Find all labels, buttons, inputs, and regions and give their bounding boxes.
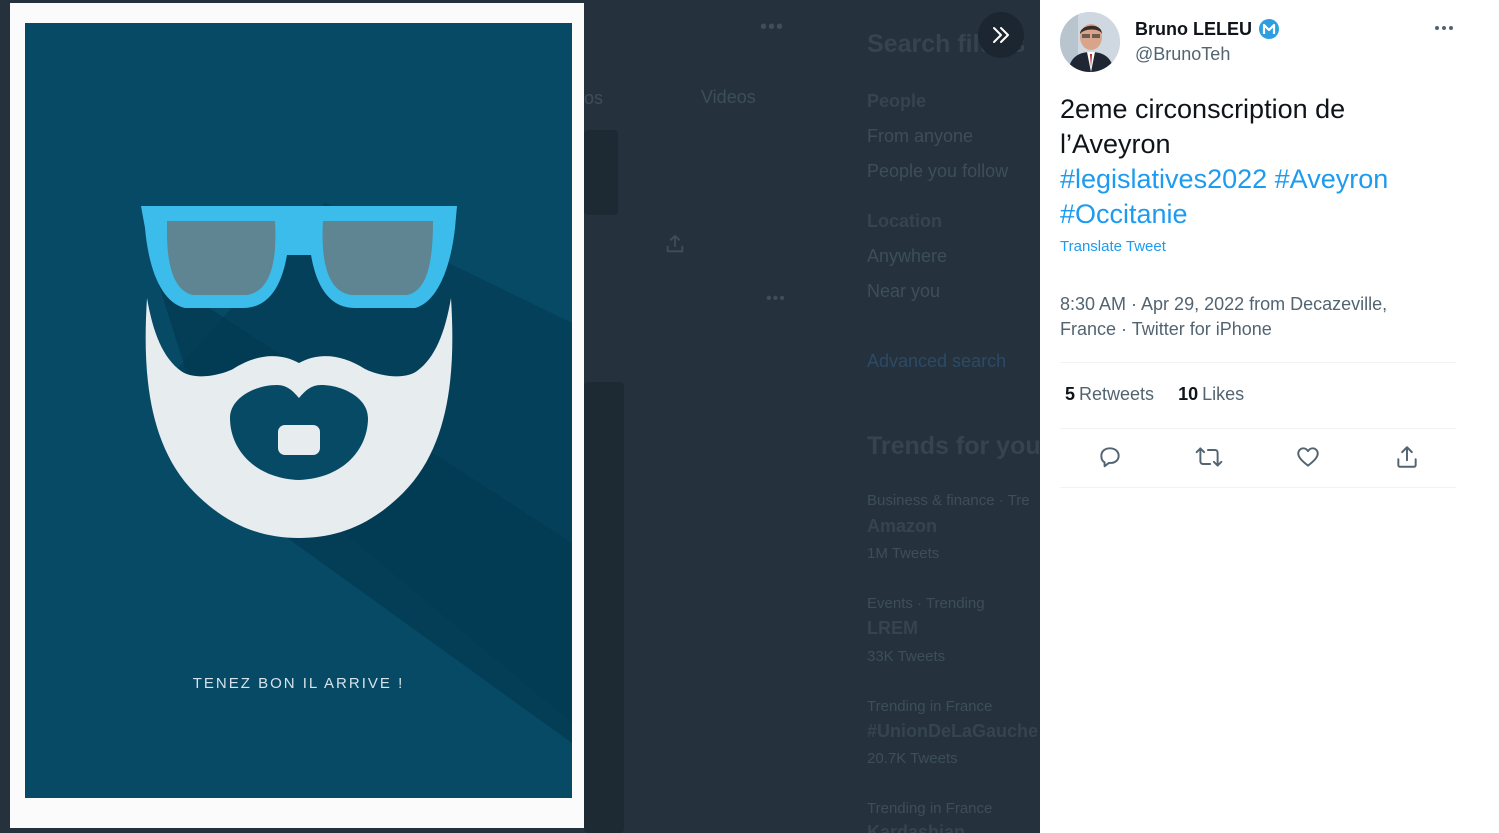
bg-trend-name: #UnionDeLaGauche [867, 721, 1039, 741]
profile-photo [1060, 12, 1120, 72]
party-logo-badge-icon [1259, 19, 1279, 39]
likes-count-link[interactable]: 10 Likes [1178, 384, 1244, 405]
translate-tweet-link[interactable]: Translate Tweet [1060, 238, 1166, 255]
hashtag-link[interactable]: #Occitanie [1060, 199, 1188, 229]
bg-trend-name: Amazon [867, 516, 938, 536]
bg-anywhere: Anywhere [867, 246, 948, 266]
divider [1060, 362, 1456, 363]
bg-trend-count: 33K Tweets [867, 648, 946, 665]
share-icon-bg [666, 235, 684, 253]
bg-trend-count: 20.7K Tweets [867, 750, 958, 767]
avatar[interactable] [1060, 12, 1120, 72]
share-button[interactable] [1387, 437, 1427, 477]
share-icon [1396, 446, 1417, 468]
tweet-text: 2eme circonscription de l’Aveyron #legis… [1060, 92, 1480, 232]
more-options-button[interactable] [1433, 18, 1455, 38]
bg-people-you-follow: People you follow [867, 161, 1009, 181]
hashtag-link[interactable]: #Aveyron [1275, 164, 1389, 194]
retweets-count-link[interactable]: 5 Retweets [1065, 384, 1154, 405]
like-button[interactable] [1288, 437, 1328, 477]
name-row[interactable]: Bruno LELEU [1135, 18, 1280, 40]
heart-icon [1296, 447, 1319, 467]
bg-trends-title: Trends for you [867, 432, 1040, 460]
poster-image: TENEZ BON IL ARRIVE ! [25, 23, 572, 798]
bg-trend-context: Business & finance · Tre [867, 492, 1030, 509]
display-name[interactable]: Bruno LELEU [1135, 19, 1252, 40]
double-chevron-right-icon [993, 27, 1009, 43]
bg-trend-count: 1M Tweets [867, 545, 940, 562]
retweet-icon [1195, 447, 1222, 467]
more-icon-bg-2: ••• [766, 290, 786, 307]
timestamp-location[interactable]: 8:30 AM · Apr 29, 2022 from Decazeville, [1060, 294, 1387, 314]
image-viewer[interactable]: TENEZ BON IL ARRIVE ! [10, 3, 584, 828]
bg-from-anyone: From anyone [867, 126, 974, 146]
likes-count: 10 [1178, 384, 1199, 404]
more-icon-bg: ••• [760, 16, 785, 38]
reply-button[interactable] [1090, 437, 1130, 477]
retweets-label: Retweets [1079, 384, 1155, 404]
collapse-panel-button[interactable] [978, 12, 1024, 58]
likes-label: Likes [1202, 384, 1245, 404]
bg-location-label: Location [867, 211, 942, 231]
tweet-detail-panel: Bruno LELEU @BrunoTeh 2eme circonscripti… [1040, 0, 1499, 833]
source-client: France · Twitter for iPhone [1060, 319, 1272, 339]
bg-media-block-2 [584, 382, 624, 833]
poster-caption: TENEZ BON IL ARRIVE ! [192, 675, 405, 692]
bg-near-you: Near you [867, 281, 941, 301]
divider [1060, 428, 1456, 429]
bg-tab-photos: os [584, 88, 604, 108]
divider [1060, 487, 1456, 488]
bg-media-block [584, 130, 618, 215]
bg-trend-context: Events · Trending [867, 595, 985, 612]
tweet-text-line: 2eme circonscription de [1060, 94, 1346, 124]
retweet-button[interactable] [1189, 437, 1229, 477]
bg-trend-context: Trending in France [867, 800, 993, 817]
hashtag-link[interactable]: #legislatives2022 [1060, 164, 1267, 194]
bg-advanced-search: Advanced search [867, 351, 1007, 371]
bg-people-label: People [867, 91, 927, 111]
bg-trend-context: Trending in France [867, 698, 993, 715]
bg-tab-videos: Videos [701, 87, 756, 107]
tweet-text-line: l’Aveyron [1060, 129, 1171, 159]
tweet-actions [1060, 437, 1456, 477]
tweet-meta: 8:30 AM · Apr 29, 2022 from Decazeville,… [1060, 292, 1460, 342]
bg-trend-name: LREM [867, 618, 918, 638]
reply-icon [1099, 447, 1120, 468]
user-handle[interactable]: @BrunoTeh [1135, 44, 1230, 65]
more-icon [1435, 26, 1453, 30]
bg-trend-name: Kardashian [867, 822, 966, 833]
tweet-stats: 5 Retweets 10 Likes [1065, 384, 1244, 405]
retweets-count: 5 [1065, 384, 1076, 404]
